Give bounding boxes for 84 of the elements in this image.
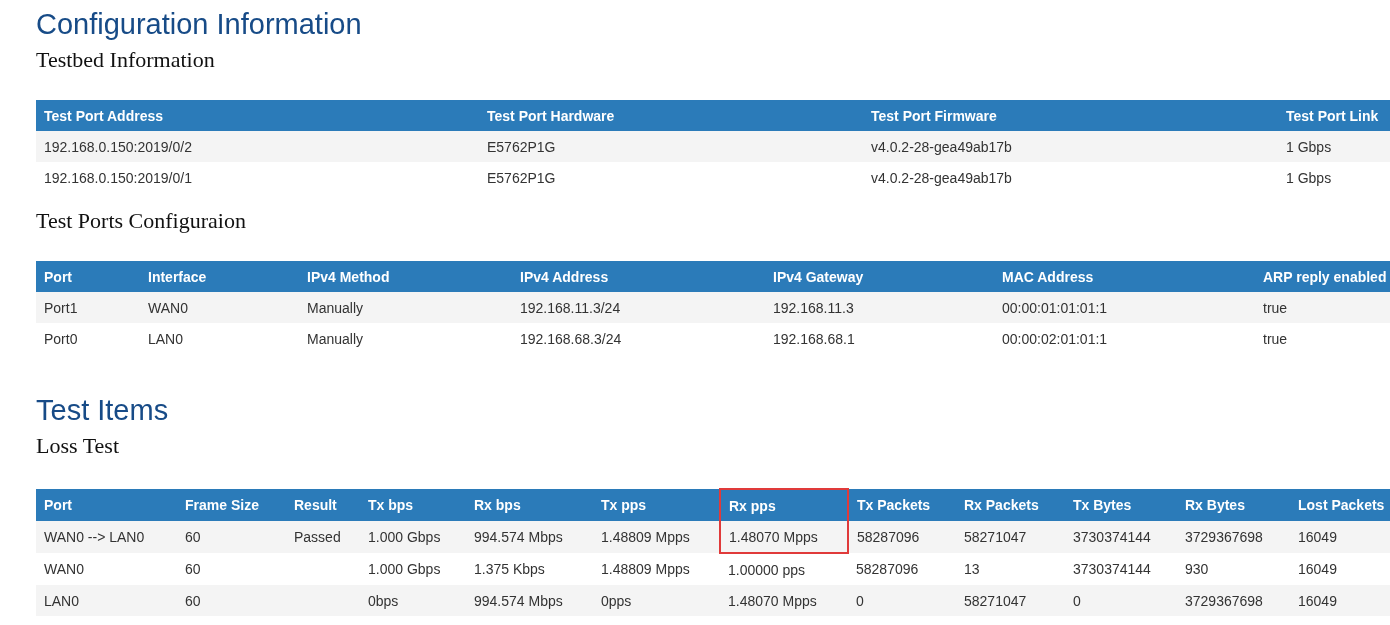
column-header: Rx Packets bbox=[956, 489, 1065, 521]
table-cell: 16049 bbox=[1290, 553, 1390, 585]
column-header: Port bbox=[36, 261, 140, 292]
table-cell: 1.000 Gbps bbox=[360, 553, 466, 585]
table-cell: 58271047 bbox=[956, 521, 1065, 553]
table-cell: 1 Gbps bbox=[1278, 162, 1390, 193]
table-cell: 1.48070 Mpps bbox=[720, 585, 848, 616]
column-header: Rx pps bbox=[720, 489, 848, 521]
table-cell: 00:00:02:01:01:1 bbox=[994, 323, 1255, 354]
table-cell: Port1 bbox=[36, 292, 140, 323]
table-cell: 0 bbox=[1065, 585, 1177, 616]
table-cell: 192.168.0.150:2019/0/2 bbox=[36, 131, 479, 162]
table-cell: 3729367698 bbox=[1177, 521, 1290, 553]
column-header: Port bbox=[36, 489, 177, 521]
table-cell: 0bps bbox=[360, 585, 466, 616]
subsection-title: Loss Test bbox=[36, 432, 120, 460]
table-cell: WAN0 --> LAN0 bbox=[36, 521, 177, 553]
table-cell: 1.48070 Mpps bbox=[720, 521, 848, 553]
table-cell: 60 bbox=[177, 585, 286, 616]
column-header: IPv4 Gateway bbox=[765, 261, 994, 292]
column-header: Test Port Hardware bbox=[479, 100, 863, 131]
table-cell: 1.48809 Mpps bbox=[593, 521, 720, 553]
table-cell: 192.168.68.1 bbox=[765, 323, 994, 354]
table-cell: 58271047 bbox=[956, 585, 1065, 616]
section-title: Test Items bbox=[36, 393, 170, 428]
table-cell: 1.00000 pps bbox=[720, 553, 848, 585]
column-header: Interface bbox=[140, 261, 299, 292]
table-cell: 60 bbox=[177, 553, 286, 585]
table-cell: Port0 bbox=[36, 323, 140, 354]
table-cell: E5762P1G bbox=[479, 131, 863, 162]
table-cell: 192.168.0.150:2019/0/1 bbox=[36, 162, 479, 193]
column-header: Tx Bytes bbox=[1065, 489, 1177, 521]
table-cell: 00:00:01:01:01:1 bbox=[994, 292, 1255, 323]
table-cell: v4.0.2-28-gea49ab17b bbox=[863, 162, 1278, 193]
column-header: Test Port Link bbox=[1278, 100, 1390, 131]
column-header: MAC Address bbox=[994, 261, 1255, 292]
column-header: Tx pps bbox=[593, 489, 720, 521]
table-cell: 192.168.68.3/24 bbox=[512, 323, 765, 354]
column-header: Rx Bytes bbox=[1177, 489, 1290, 521]
column-header: Test Port Address bbox=[36, 100, 479, 131]
table-cell: 0 bbox=[848, 585, 956, 616]
subsection-title: Test Ports Configuraion bbox=[36, 207, 247, 235]
table-cell: 16049 bbox=[1290, 521, 1390, 553]
table-cell: true bbox=[1255, 323, 1390, 354]
table-cell: Manually bbox=[299, 292, 512, 323]
table-cell: 1.000 Gbps bbox=[360, 521, 466, 553]
table-cell: WAN0 bbox=[36, 553, 177, 585]
table-cell: 994.574 Mbps bbox=[466, 521, 593, 553]
table-cell: 994.574 Mbps bbox=[466, 585, 593, 616]
table-cell: 192.168.11.3/24 bbox=[512, 292, 765, 323]
table-cell: 3730374144 bbox=[1065, 521, 1177, 553]
table-cell: 60 bbox=[177, 521, 286, 553]
section-title: Configuration Information bbox=[36, 7, 363, 42]
table-cell: WAN0 bbox=[140, 292, 299, 323]
table-cell: 0pps bbox=[593, 585, 720, 616]
table-cell: E5762P1G bbox=[479, 162, 863, 193]
subsection-title: Testbed Information bbox=[36, 46, 216, 74]
column-header: Rx bps bbox=[466, 489, 593, 521]
table-cell: 930 bbox=[1177, 553, 1290, 585]
table-cell: 1.48809 Mpps bbox=[593, 553, 720, 585]
table-cell: 3730374144 bbox=[1065, 553, 1177, 585]
table-cell: 1 Gbps bbox=[1278, 131, 1390, 162]
table-cell: 58287096 bbox=[848, 521, 956, 553]
table-cell: 16049 bbox=[1290, 585, 1390, 616]
table-cell: 13 bbox=[956, 553, 1065, 585]
column-header: IPv4 Address bbox=[512, 261, 765, 292]
table-cell: Manually bbox=[299, 323, 512, 354]
column-header: Tx bps bbox=[360, 489, 466, 521]
column-header: Result bbox=[286, 489, 360, 521]
column-header: Test Port Firmware bbox=[863, 100, 1278, 131]
table-cell: Passed bbox=[286, 521, 360, 553]
table-cell: true bbox=[1255, 292, 1390, 323]
table-cell: 1.375 Kbps bbox=[466, 553, 593, 585]
table-cell: LAN0 bbox=[140, 323, 299, 354]
table-cell: 58287096 bbox=[848, 553, 956, 585]
table-cell: v4.0.2-28-gea49ab17b bbox=[863, 131, 1278, 162]
column-header: ARP reply enabled bbox=[1255, 261, 1390, 292]
table-cell: 3729367698 bbox=[1177, 585, 1290, 616]
table-cell: LAN0 bbox=[36, 585, 177, 616]
column-header: Frame Size bbox=[177, 489, 286, 521]
column-header: Lost Packets bbox=[1290, 489, 1390, 521]
table-cell: 192.168.11.3 bbox=[765, 292, 994, 323]
column-header: Tx Packets bbox=[848, 489, 956, 521]
column-header: IPv4 Method bbox=[299, 261, 512, 292]
